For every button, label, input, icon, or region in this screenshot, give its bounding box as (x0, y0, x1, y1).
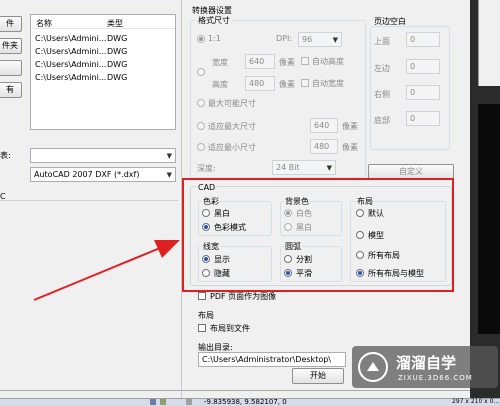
annotation-arrow-icon (33, 240, 180, 301)
height-unit: 像素 (279, 80, 295, 89)
fit-max-label: 适应最大尺寸 (208, 122, 256, 131)
remove-all-button[interactable]: 有 (0, 82, 22, 98)
chevron-down-icon: ▼ (332, 36, 338, 44)
width-label: 宽度 (212, 58, 228, 67)
table-label: 表: (0, 151, 11, 160)
margin-left-label: 左边 (374, 64, 390, 73)
watermark-url: ZIXUE.3D66.COM (398, 374, 473, 382)
fit-min-radio[interactable] (197, 143, 205, 151)
watermark: 溜溜自学 ZIXUE.3D66.COM (352, 346, 498, 388)
custom-button[interactable]: 自定义 (368, 164, 454, 179)
table-row[interactable]: C:\Users\Admini... DWG (31, 59, 175, 71)
add-folder-button[interactable]: 件夹 (0, 38, 22, 54)
auto-height-checkbox[interactable] (301, 57, 309, 65)
fit-min-input[interactable]: 480 (310, 139, 338, 154)
pdf-image-label: PDF 页面作为图像 (210, 292, 277, 301)
height-label: 高度 (212, 80, 228, 89)
width-unit: 像素 (279, 58, 295, 67)
file-path: C:\Users\Admini... (35, 47, 107, 56)
chevron-down-icon: ▼ (166, 171, 172, 179)
output-dir-input[interactable]: C:\Users\Administrator\Desktop\ (198, 352, 346, 367)
auto-width-label: 自动宽度 (312, 79, 344, 88)
depth-value: 24 Bit (276, 163, 300, 172)
remove-button[interactable] (0, 60, 22, 76)
layout-section-title: 布局 (198, 311, 214, 320)
margin-right-label: 右侧 (374, 90, 390, 99)
custom-size-radio[interactable] (197, 68, 205, 76)
snap-icon[interactable] (150, 399, 156, 405)
layout-to-file-label: 布局到文件 (210, 324, 250, 333)
output-format-select[interactable]: AutoCAD 2007 DXF (*.dxf) ▼ (30, 167, 176, 182)
margin-right-input[interactable]: 0 (406, 85, 440, 100)
dpi-value: 96 (302, 35, 313, 44)
pdf-image-checkbox[interactable] (198, 292, 206, 300)
table-row[interactable]: C:\Users\Admini... DWG (31, 46, 175, 58)
chevron-down-icon: ▼ (326, 164, 332, 172)
status-bar: -9.835938, 9.582107, 0 297 x 210 x 0... (0, 398, 500, 406)
column-name-header[interactable]: 名称 (36, 18, 52, 29)
ratio-label: 1:1 (208, 34, 221, 43)
auto-width-checkbox[interactable] (301, 79, 309, 87)
file-type: DWG (107, 47, 128, 56)
output-format-value: AutoCAD 2007 DXF (*.dxf) (34, 170, 140, 179)
right-panel-lower (478, 104, 500, 334)
width-input[interactable]: 640 (245, 54, 275, 69)
highlight-box (182, 178, 454, 292)
depth-select[interactable]: 24 Bit ▼ (272, 160, 336, 175)
table-row[interactable]: C:\Users\Admini... DWG (31, 72, 175, 84)
dpi-label: DPI: (276, 34, 293, 43)
max-size-radio[interactable] (197, 99, 205, 107)
ortho-icon[interactable] (186, 399, 192, 405)
fit-max-radio[interactable] (197, 122, 205, 130)
fit-min-unit: 像素 (342, 143, 358, 152)
file-path: C:\Users\Admini... (35, 60, 107, 69)
fit-max-unit: 像素 (342, 122, 358, 131)
status-right-text: 297 x 210 x 0... (452, 398, 500, 405)
file-type: DWG (107, 34, 128, 43)
table-select[interactable]: ▼ (30, 148, 176, 163)
status-coordinates: -9.835938, 9.582107, 0 (204, 398, 287, 406)
file-type: DWG (107, 60, 128, 69)
background-app-area (470, 0, 500, 398)
layout-to-file-checkbox[interactable] (198, 324, 206, 332)
file-list-header: 名称 类型 (31, 15, 175, 29)
max-size-label: 最大可能尺寸 (208, 99, 256, 108)
fit-min-label: 适应最小尺寸 (208, 143, 256, 152)
chevron-down-icon: ▼ (166, 152, 172, 160)
margin-left-input[interactable]: 0 (406, 59, 440, 74)
table-row[interactable]: C:\Users\Admini... DWG (31, 33, 175, 45)
column-type-header[interactable]: 类型 (107, 18, 123, 29)
left-separator (0, 200, 178, 201)
margin-bottom-label: 底部 (374, 116, 390, 125)
height-input[interactable]: 480 (245, 76, 275, 91)
right-panel-toolbar (478, 0, 500, 86)
grid-icon[interactable] (160, 399, 166, 405)
file-type: DWG (107, 73, 128, 82)
margin-top-input[interactable]: 0 (406, 32, 440, 47)
file-path: C:\Users\Admini... (35, 34, 107, 43)
add-file-button[interactable]: 件 (0, 16, 22, 32)
format-size-label: 格式尺寸 (196, 15, 232, 26)
dpi-select[interactable]: 96 ▼ (298, 32, 342, 47)
auto-height-label: 自动高度 (312, 57, 344, 66)
fit-max-input[interactable]: 640 (310, 118, 338, 133)
dialog-bottom-edge (0, 390, 470, 391)
file-path: C:\Users\Admini... (35, 73, 107, 82)
file-list[interactable]: 名称 类型 C:\Users\Admini... DWG C:\Users\Ad… (30, 14, 176, 130)
depth-label: 深度: (197, 164, 216, 173)
watermark-name: 溜溜自学 (396, 354, 457, 372)
margin-bottom-input[interactable]: 0 (406, 111, 440, 126)
margin-top-label: 上面 (374, 37, 390, 46)
ratio-radio[interactable] (197, 35, 205, 43)
output-dir-value: C:\Users\Administrator\Desktop\ (202, 355, 331, 364)
start-button[interactable]: 开始 (292, 368, 344, 384)
